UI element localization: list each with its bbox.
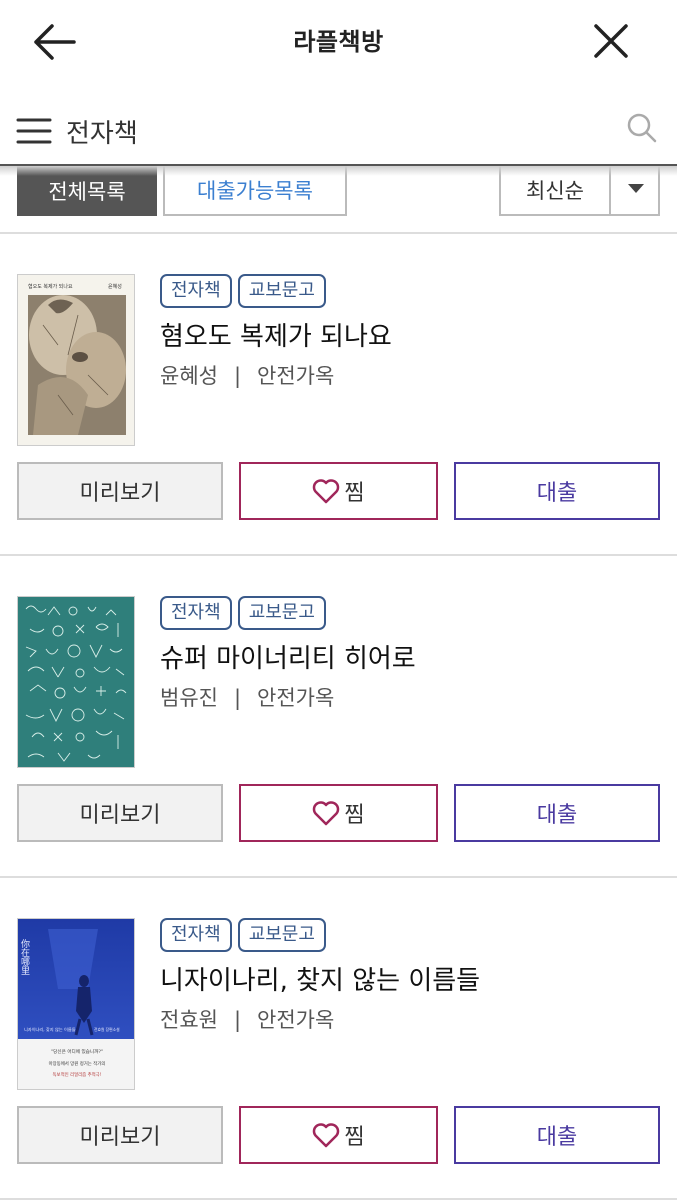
- teal-doodle-cover-image: [18, 597, 134, 767]
- cover-author-text: 윤혜성: [108, 283, 122, 290]
- meta-separator: |: [233, 1008, 242, 1032]
- loan-button[interactable]: 대출: [454, 462, 660, 520]
- badge-group: 전자책 교보문고: [160, 274, 332, 308]
- badge-group: 전자책 교보문고: [160, 596, 332, 630]
- book-list-item: 혐오도 복제가 되나요 윤혜성 전자책 교보문고 혐오도 복제가 되나요 윤혜성 |…: [0, 234, 677, 556]
- cover-blurb-text: 독보적인 리얼리즘 추적극!: [53, 1071, 102, 1078]
- book-list-item: 你在哪里 니자이나리, 찾지 않는 이름들 전효원 장편소설 "당신은 어디에 …: [0, 878, 677, 1200]
- badge-ebook: 전자책: [160, 274, 232, 308]
- heart-outline-icon: [313, 1123, 340, 1148]
- cover-quote-text: "당신은 어디에 있습니까?": [51, 1048, 103, 1055]
- top-bar: 라플책방: [0, 0, 677, 82]
- preview-button[interactable]: 미리보기: [17, 462, 223, 520]
- wish-button[interactable]: 찜: [239, 462, 438, 520]
- close-icon: [594, 24, 628, 58]
- close-button[interactable]: [588, 18, 634, 64]
- meta-separator: |: [233, 686, 242, 710]
- cover-author-text: 전효원 장편소설: [94, 1027, 120, 1032]
- book-cover[interactable]: 혐오도 복제가 되나요 윤혜성: [17, 274, 135, 446]
- loan-button[interactable]: 대출: [454, 1106, 660, 1164]
- blue-figure-cover-image: 你在哪里 니자이나리, 찾지 않는 이름들 전효원 장편소설 "당신은 어디에 …: [18, 919, 134, 1089]
- book-cover[interactable]: [17, 596, 135, 768]
- search-icon: [627, 113, 657, 143]
- app-title: 라플책방: [293, 28, 384, 56]
- wish-label: 찜: [344, 803, 365, 828]
- badge-ebook: 전자책: [160, 596, 232, 630]
- book-publisher: 안전가옥: [257, 364, 335, 388]
- hamburger-menu-icon: [16, 118, 52, 144]
- book-author: 윤혜성: [160, 364, 218, 388]
- preview-button[interactable]: 미리보기: [17, 784, 223, 842]
- search-bar: [0, 98, 677, 166]
- heart-outline-icon: [313, 479, 340, 504]
- book-publisher: 안전가옥: [257, 1008, 335, 1032]
- wish-label: 찜: [344, 1125, 365, 1150]
- book-publisher: 안전가옥: [257, 686, 335, 710]
- sculpture-kiss-cover-image: 혐오도 복제가 되나요 윤혜성: [18, 275, 134, 445]
- badge-group: 전자책 교보문고: [160, 918, 332, 952]
- caret-down-icon: [628, 184, 644, 193]
- book-title[interactable]: 니자이나리, 찾지 않는 이름들: [160, 960, 480, 997]
- book-cover[interactable]: 你在哪里 니자이나리, 찾지 않는 이름들 전효원 장편소설 "당신은 어디에 …: [17, 918, 135, 1090]
- book-title[interactable]: 슈퍼 마이너리티 히어로: [160, 638, 416, 675]
- cover-vertical-text: 你在哪里: [19, 938, 30, 975]
- badge-ebook: 전자책: [160, 918, 232, 952]
- badge-kyobo: 교보문고: [237, 274, 326, 308]
- badge-kyobo: 교보문고: [237, 918, 326, 952]
- search-input[interactable]: [66, 108, 606, 154]
- wish-button[interactable]: 찜: [239, 784, 438, 842]
- search-button[interactable]: [624, 110, 660, 146]
- menu-button[interactable]: [16, 116, 52, 146]
- filter-bar: 전체목록 대출가능목록 최신순: [0, 166, 677, 234]
- wish-label: 찜: [344, 481, 365, 506]
- header-shadow: [0, 166, 677, 176]
- meta-separator: |: [233, 364, 242, 388]
- preview-button[interactable]: 미리보기: [17, 1106, 223, 1164]
- book-meta: 윤혜성 | 안전가옥: [160, 360, 334, 390]
- book-title[interactable]: 혐오도 복제가 되나요: [160, 316, 392, 353]
- wish-button[interactable]: 찜: [239, 1106, 438, 1164]
- cover-subtitle-text: 니자이나리, 찾지 않는 이름들: [24, 1026, 76, 1033]
- cover-blurb-text: 아장동에서 망원 정거는 작가의: [49, 1060, 106, 1067]
- badge-kyobo: 교보문고: [237, 596, 326, 630]
- book-meta: 전효원 | 안전가옥: [160, 1004, 334, 1034]
- cover-title-text: 혐오도 복제가 되나요: [28, 283, 73, 290]
- heart-outline-icon: [313, 801, 340, 826]
- loan-button[interactable]: 대출: [454, 784, 660, 842]
- book-meta: 범유진 | 안전가옥: [160, 682, 334, 712]
- book-author: 범유진: [160, 686, 218, 710]
- book-list-item: 전자책 교보문고 슈퍼 마이너리티 히어로 범유진 | 안전가옥 미리보기 찜 대출: [0, 556, 677, 878]
- book-author: 전효원: [160, 1008, 218, 1032]
